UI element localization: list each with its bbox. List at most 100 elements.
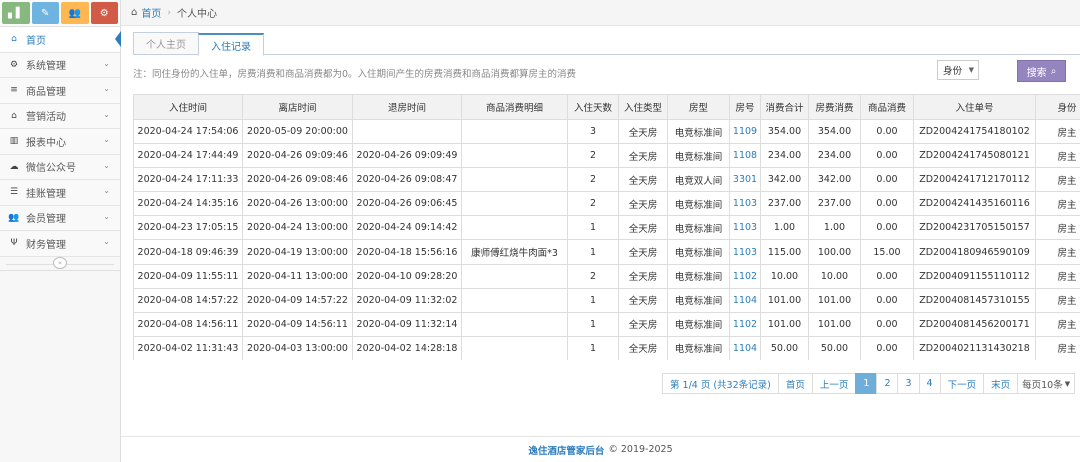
table-cell: 50.00: [760, 335, 809, 360]
next-page-button[interactable]: 下一页: [939, 373, 985, 394]
breadcrumb-home-link[interactable]: 首页: [141, 5, 161, 20]
table-cell: 0.00: [860, 167, 914, 193]
table-cell: 1: [567, 239, 619, 265]
home-icon: ⌂: [131, 7, 138, 18]
column-header: 商品消费明细: [461, 94, 568, 120]
sidebar-item-3[interactable]: ⌂ 营销活动 ⌄: [0, 103, 120, 129]
page-button-3[interactable]: 3: [897, 373, 920, 394]
room-number-link[interactable]: 1104: [729, 335, 761, 360]
page-button-4[interactable]: 4: [918, 373, 941, 394]
footer-brand: 逸住酒店管家后台: [528, 445, 605, 457]
table-cell: 房主: [1035, 118, 1080, 145]
table-row[interactable]: 2020-04-18 09:46:39 2020-04-19 13:00:00 20…: [133, 239, 1080, 265]
table-cell: 1: [567, 287, 619, 313]
sidebar-item-0[interactable]: ⌂ 首页: [0, 27, 121, 53]
table-cell: 342.00: [760, 167, 809, 193]
identity-select-value: 身份: [943, 66, 963, 77]
table-cell: 2020-04-02 11:31:43: [133, 335, 243, 360]
table-row[interactable]: 2020-04-23 17:05:15 2020-04-24 13:00:00 20…: [133, 215, 1080, 241]
table-cell: ZD2004241745080121: [913, 143, 1036, 169]
chevron-right-icon: ›: [167, 7, 171, 18]
page-button-2[interactable]: 2: [876, 373, 899, 394]
sidebar-item-8[interactable]: Ψ 财务管理 ⌄: [0, 231, 120, 257]
table-row[interactable]: 2020-04-24 17:54:06 2020-05-09 20:00:00 3 全…: [133, 118, 1080, 145]
last-page-button[interactable]: 末页: [983, 373, 1019, 394]
breadcrumb-current: 个人中心: [176, 9, 217, 20]
table-row[interactable]: 2020-04-02 11:31:43 2020-04-03 13:00:00 20…: [133, 335, 1080, 360]
table-row[interactable]: 2020-04-24 17:11:33 2020-04-26 09:08:46 20…: [133, 167, 1080, 193]
table-cell: 电竞标准间: [667, 263, 730, 289]
column-header: 离店时间: [242, 94, 353, 120]
pagination-info: 第 1/4 页 (共32条记录): [662, 373, 779, 394]
table-row[interactable]: 2020-04-08 14:57:22 2020-04-09 14:57:22 20…: [133, 287, 1080, 313]
users-icon[interactable]: 👥: [61, 2, 89, 24]
table-cell: 房主: [1035, 263, 1080, 289]
room-number-link[interactable]: 1102: [729, 263, 761, 289]
table-cell: ZD2004241435160116: [913, 191, 1036, 217]
sidebar-item-label: 微信公众号: [26, 163, 76, 175]
table-cell: 2020-04-09 11:32:02: [352, 287, 462, 313]
column-header: 商品消费: [860, 94, 914, 120]
search-button[interactable]: 搜索 ⌕: [1017, 60, 1066, 82]
table-cell: 2: [567, 143, 619, 169]
sidebar-item-1[interactable]: ⚙ 系统管理 ⌄: [0, 52, 120, 78]
sidebar-item-5[interactable]: ☁ 微信公众号 ⌄: [0, 154, 120, 180]
column-header: 入住类型: [618, 94, 668, 120]
breadcrumb: ⌂ 首页 › 个人中心: [121, 0, 1080, 26]
table-cell: 0.00: [860, 118, 914, 145]
page-size-select[interactable]: 每页10条 ▼: [1017, 373, 1076, 394]
table-cell: [352, 118, 462, 145]
collapse-icon[interactable]: «: [53, 257, 67, 269]
table-row[interactable]: 2020-04-09 11:55:11 2020-04-11 13:00:00 20…: [133, 263, 1080, 289]
table-cell: 房主: [1035, 287, 1080, 313]
tab-personal-home[interactable]: 个人主页: [133, 32, 199, 55]
table-cell: 电竞标准间: [667, 287, 730, 313]
sidebar: ▖▌ ✎ 👥 ⚙ ⌂ 首页 ⚙ 系统管理 ⌄ ≡ 商品管理 ⌄ ⌂ 营销活动 ⌄ ▥ 报表中心 ⌄ ☁ 微信公…: [0, 0, 121, 462]
table-row[interactable]: 2020-04-24 14:35:16 2020-04-26 13:00:00 20…: [133, 191, 1080, 217]
table-cell: 2020-04-08 14:57:22: [133, 287, 243, 313]
table-cell: 全天房: [618, 191, 668, 217]
room-number-link[interactable]: 1109: [729, 118, 761, 145]
room-number-link[interactable]: 3301: [729, 167, 761, 193]
identity-select[interactable]: 身份 ▼: [937, 60, 979, 80]
table-cell: 全天房: [618, 287, 668, 313]
sidebar-item-6[interactable]: ☰ 挂账管理 ⌄: [0, 180, 120, 206]
table-cell: 0.00: [860, 311, 914, 337]
first-page-button[interactable]: 首页: [777, 373, 813, 394]
chevron-down-icon: ⌄: [103, 160, 110, 170]
room-number-link[interactable]: 1103: [729, 215, 761, 241]
column-header: 房号: [729, 94, 761, 120]
table-cell: 全天房: [618, 118, 668, 145]
table-cell: 康师傅红烧牛肉面*3: [461, 239, 568, 265]
cloud-icon: ☁: [9, 161, 19, 172]
table-cell: 101.00: [760, 311, 809, 337]
sidebar-item-2[interactable]: ≡ 商品管理 ⌄: [0, 78, 120, 104]
room-number-link[interactable]: 1102: [729, 311, 761, 337]
chevron-down-icon: ⌄: [103, 211, 110, 221]
bar-chart-icon[interactable]: ▖▌: [2, 2, 30, 24]
sidebar-item-7[interactable]: 👥 会员管理 ⌄: [0, 205, 120, 231]
table-row[interactable]: 2020-04-24 17:44:49 2020-04-26 09:09:46 20…: [133, 143, 1080, 169]
room-number-link[interactable]: 1104: [729, 287, 761, 313]
pencil-icon[interactable]: ✎: [31, 2, 59, 24]
table-row[interactable]: 2020-04-08 14:56:11 2020-04-09 14:56:11 20…: [133, 311, 1080, 337]
chevron-down-icon: ⌄: [103, 186, 110, 195]
table-cell: 电竞标准间: [667, 215, 730, 241]
table-cell: 3: [567, 118, 619, 145]
table-cell: ZD2004231705150157: [913, 215, 1036, 241]
room-number-link[interactable]: 1108: [729, 143, 761, 169]
table-cell: 房主: [1035, 167, 1080, 193]
room-number-link[interactable]: 1103: [729, 191, 761, 217]
chevron-down-icon: ⌄: [103, 237, 110, 246]
table-cell: 237.00: [808, 191, 861, 217]
cogs-icon[interactable]: ⚙: [90, 2, 118, 24]
table-cell: 0.00: [860, 287, 914, 313]
table-cell: 2020-04-26 09:09:46: [242, 143, 353, 169]
tab-checkin-records[interactable]: 入住记录: [198, 33, 264, 56]
table-cell: 房主: [1035, 215, 1080, 241]
page-button-1[interactable]: 1: [855, 373, 878, 394]
prev-page-button[interactable]: 上一页: [811, 373, 857, 394]
sidebar-item-4[interactable]: ▥ 报表中心 ⌄: [0, 129, 120, 155]
room-number-link[interactable]: 1103: [729, 239, 761, 265]
column-header: 入住天数: [567, 94, 619, 120]
